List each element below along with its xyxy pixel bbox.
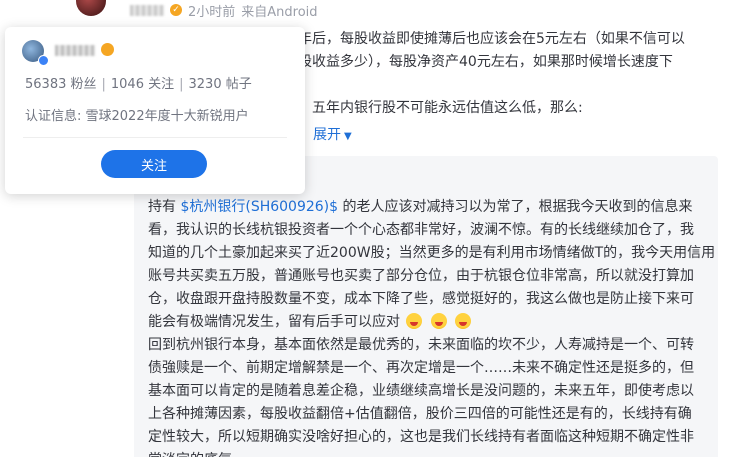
quote-line: 回到杭州银行本身，基本面依然是最优秀的，未来面临的坎不少，人寿减持是一个、可转: [148, 337, 694, 353]
author-name-blurred[interactable]: [130, 4, 164, 16]
certification-info: 认证信息: 雪球2022年度十大新锐用户: [25, 109, 249, 124]
quote-body: 持有 $杭州银行(SH600926)$ 的老人应该对减持习以为常了，根据我今天收…: [148, 196, 716, 457]
quote-line: 账号共买卖五万股，普通账号也买卖了部分仓位，由于杭银仓位非常高，所以就没打算加: [148, 268, 694, 284]
quote-line: 知道的几个土豪加起来买了近200W股；当然更多的是有利用市场情绪做T的，我今天用…: [148, 245, 716, 261]
expand-label: 展开: [313, 127, 341, 143]
post-time: 2小时前: [188, 4, 236, 20]
verified-badge-icon: ✓: [170, 4, 182, 16]
laughing-emoji-icon: [455, 313, 472, 329]
post-page: ✓ 2小时前 来自Android 年后，每股收益即使摊薄后也应该会在5元左右（如…: [0, 0, 737, 457]
stats-separator: |: [179, 77, 184, 92]
stats-separator: |: [101, 77, 106, 92]
posts-count[interactable]: 3230 帖子: [189, 77, 252, 92]
quote-line: 持有 $杭州银行(SH600926)$ 的老人应该对减持习以为常了，根据我今天收…: [148, 196, 708, 219]
avatar-verified-icon: [38, 55, 49, 66]
follow-button[interactable]: 关注: [101, 150, 207, 178]
quote-line: 看，我认识的长线杭银投资者一个个心态都非常好，波澜不惊。有的长线继续加仓了，我: [148, 222, 694, 238]
laughing-emoji-icon: [406, 313, 423, 329]
followers-count[interactable]: 56383 粉丝: [25, 77, 97, 92]
card-divider: [23, 137, 287, 138]
quote-text-suffix: 的老人应该对减持习以为常了，根据我今天收到的信息来: [338, 199, 693, 215]
quote-line: 债強赎是一个、前期定增解禁是一个、再次定增是一个……未来不确定性还是挺多的，但: [148, 360, 694, 376]
post-source: 来自Android: [241, 4, 318, 20]
chevron-down-icon: ▼: [344, 131, 352, 142]
quote-text-prefix: 持有: [148, 199, 181, 215]
following-count[interactable]: 1046 关注: [111, 77, 174, 92]
laughing-emoji-icon: [430, 313, 447, 329]
author-avatar[interactable]: [76, 0, 106, 16]
author-line: ✓ 2小时前 来自Android: [130, 0, 318, 20]
stock-link[interactable]: $杭州银行(SH600926)$: [180, 199, 338, 215]
quote-line: 基本面可以肯定的是随着息差企稳，业绩继续高增长是没问题的，未来五年，即使考虑以: [148, 383, 694, 399]
card-username-blurred[interactable]: [55, 45, 95, 56]
quote-line: 常淡定的底气。: [148, 449, 708, 457]
verified-badge-icon: [101, 43, 114, 56]
card-stats: 56383 粉丝 | 1046 关注 | 3230 帖子: [25, 73, 252, 92]
quote-line: 仓，收盘跟开盘持股数量不变，成本下降了些，感觉挺好的，我这么做也是防止接下来可: [148, 291, 694, 307]
quote-line: 能会有极端情况发生，留有后手可以应对: [148, 311, 708, 334]
quote-line: 定性较大，所以短期确实没啥好担心的，这也是我们长线持有者面临这种短期不确定性非: [148, 429, 694, 445]
quote-line-text: 能会有极端情况发生，留有后手可以应对: [148, 314, 400, 330]
expand-link[interactable]: 展开 ▼: [313, 124, 352, 144]
quote-line: 上各种摊薄因素，每股收益翻倍+估值翻倍，股价三四倍的可能性还是有的，长线持有确: [148, 406, 692, 422]
